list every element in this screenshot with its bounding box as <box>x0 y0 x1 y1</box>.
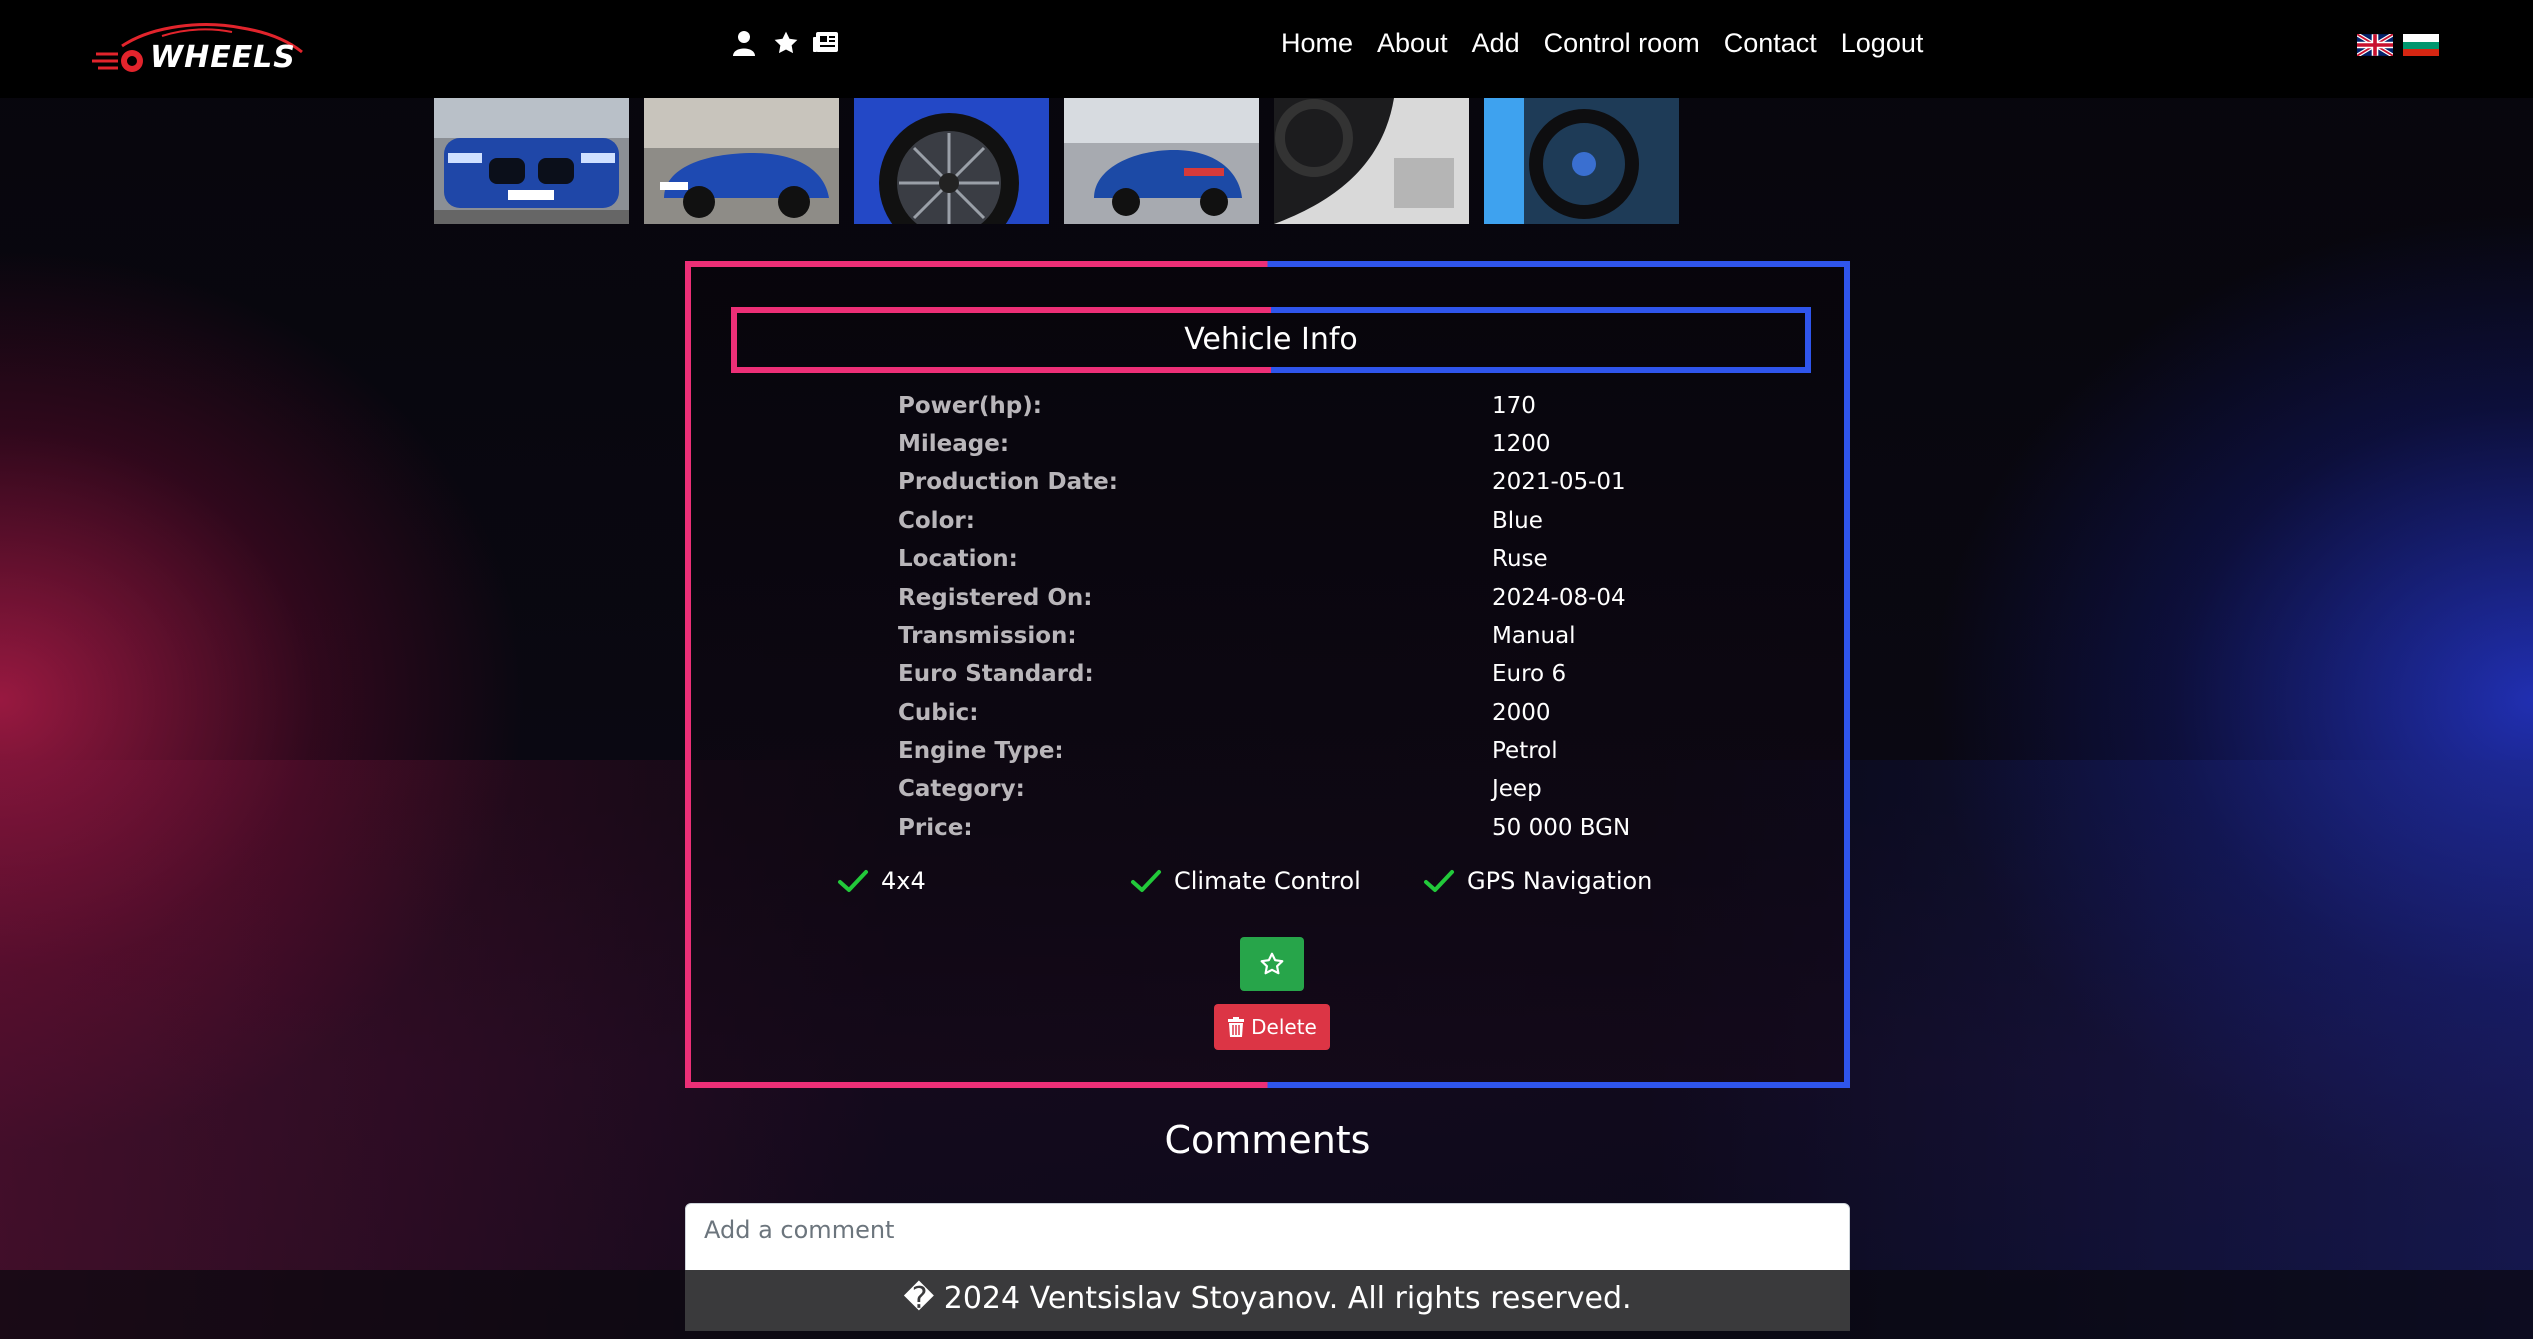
nav-about[interactable]: About <box>1377 28 1448 59</box>
spec-label: Euro Standard: <box>898 661 1094 687</box>
feature-climate-control: Climate Control <box>1130 867 1361 895</box>
feature-label: 4x4 <box>881 867 926 895</box>
main-nav: Home About Add Control room Contact Logo… <box>1281 28 1923 59</box>
spec-row-euro-standard: Euro Standard: Euro 6 <box>691 661 1844 699</box>
spec-value: 170 <box>1492 393 1536 419</box>
feature-label: Climate Control <box>1174 867 1361 895</box>
spec-row-power: Power(hp): 170 <box>691 393 1844 431</box>
spec-value: Euro 6 <box>1492 661 1567 687</box>
spec-row-production-date: Production Date: 2021-05-01 <box>691 469 1844 507</box>
nav-contact[interactable]: Contact <box>1724 28 1817 59</box>
gallery-thumb-front[interactable] <box>434 98 629 224</box>
feature-label: GPS Navigation <box>1467 867 1653 895</box>
check-icon <box>1424 870 1454 892</box>
user-icon[interactable] <box>733 30 759 58</box>
language-switcher <box>2355 32 2439 58</box>
nav-home[interactable]: Home <box>1281 28 1353 59</box>
spec-value: 1200 <box>1492 431 1551 457</box>
gallery-thumb-steering[interactable] <box>1484 98 1679 224</box>
spec-row-location: Location: Ruse <box>691 546 1844 584</box>
footer-copyright: � 2024 Ventsislav Stoyanov. All rights r… <box>685 1270 1850 1331</box>
comments-title: Comments <box>1164 1118 1371 1162</box>
comment-input[interactable] <box>686 1204 1849 1256</box>
feature-gps-navigation: GPS Navigation <box>1423 867 1652 895</box>
favorite-button[interactable] <box>1240 937 1304 991</box>
star-icon[interactable] <box>773 30 799 58</box>
nav-add[interactable]: Add <box>1472 28 1520 59</box>
spec-row-price: Price: 50 000 BGN <box>691 815 1844 853</box>
uk-flag-icon[interactable] <box>2355 32 2395 58</box>
spec-row-color: Color: Blue <box>691 508 1844 546</box>
spec-label: Transmission: <box>898 623 1077 649</box>
gallery-thumb-wheel[interactable] <box>854 98 1049 224</box>
spec-value: Blue <box>1492 508 1543 534</box>
vehicle-info-card: Vehicle Info Power(hp): 170 Mileage: 120… <box>685 261 1850 1088</box>
trash-icon <box>1228 1017 1245 1037</box>
spec-value: Manual <box>1492 623 1576 649</box>
spec-value: 2024-08-04 <box>1492 585 1626 611</box>
check-icon <box>838 870 868 892</box>
feature-list: 4x4 Climate Control GPS Navigation <box>691 867 1844 907</box>
spec-row-category: Category: Jeep <box>691 776 1844 814</box>
star-outline-icon <box>1260 952 1284 975</box>
newspaper-icon[interactable] <box>813 30 839 58</box>
spec-label: Category: <box>898 776 1025 802</box>
navbar: WHEELS Home About Add Control room Conta… <box>0 0 2533 98</box>
spec-value: Jeep <box>1492 776 1542 802</box>
nav-icon-group <box>733 30 839 58</box>
spec-label: Location: <box>898 546 1018 572</box>
photo-gallery <box>434 98 1679 224</box>
feature-4x4: 4x4 <box>837 867 926 895</box>
spec-row-mileage: Mileage: 1200 <box>691 431 1844 469</box>
spec-value: Petrol <box>1492 738 1558 764</box>
spec-label: Power(hp): <box>898 393 1042 419</box>
delete-label: Delete <box>1251 1015 1317 1039</box>
spec-label: Engine Type: <box>898 738 1064 764</box>
wheels-logo[interactable]: WHEELS <box>92 16 312 80</box>
gallery-thumb-rear[interactable] <box>1064 98 1259 224</box>
spec-label: Color: <box>898 508 975 534</box>
spec-label: Production Date: <box>898 469 1118 495</box>
spec-label: Mileage: <box>898 431 1010 457</box>
gallery-thumb-side[interactable] <box>644 98 839 224</box>
spec-value: 2000 <box>1492 700 1551 726</box>
spec-row-transmission: Transmission: Manual <box>691 623 1844 661</box>
spec-value: 2021-05-01 <box>1492 469 1626 495</box>
nav-control-room[interactable]: Control room <box>1544 28 1700 59</box>
spec-label: Cubic: <box>898 700 979 726</box>
check-icon <box>1131 870 1161 892</box>
nav-logout[interactable]: Logout <box>1841 28 1924 59</box>
spec-label: Price: <box>898 815 973 841</box>
spec-row-engine-type: Engine Type: Petrol <box>691 738 1844 776</box>
spec-row-cubic: Cubic: 2000 <box>691 700 1844 738</box>
spec-label: Registered On: <box>898 585 1093 611</box>
bulgaria-flag-icon[interactable] <box>2403 34 2439 56</box>
logo-text: WHEELS <box>150 40 296 75</box>
delete-button[interactable]: Delete <box>1214 1004 1330 1050</box>
vehicle-info-title: Vehicle Info <box>731 307 1811 373</box>
spec-value: 50 000 BGN <box>1492 815 1631 841</box>
gallery-thumb-interior[interactable] <box>1274 98 1469 224</box>
spec-row-registered-on: Registered On: 2024-08-04 <box>691 585 1844 623</box>
spec-value: Ruse <box>1492 546 1548 572</box>
